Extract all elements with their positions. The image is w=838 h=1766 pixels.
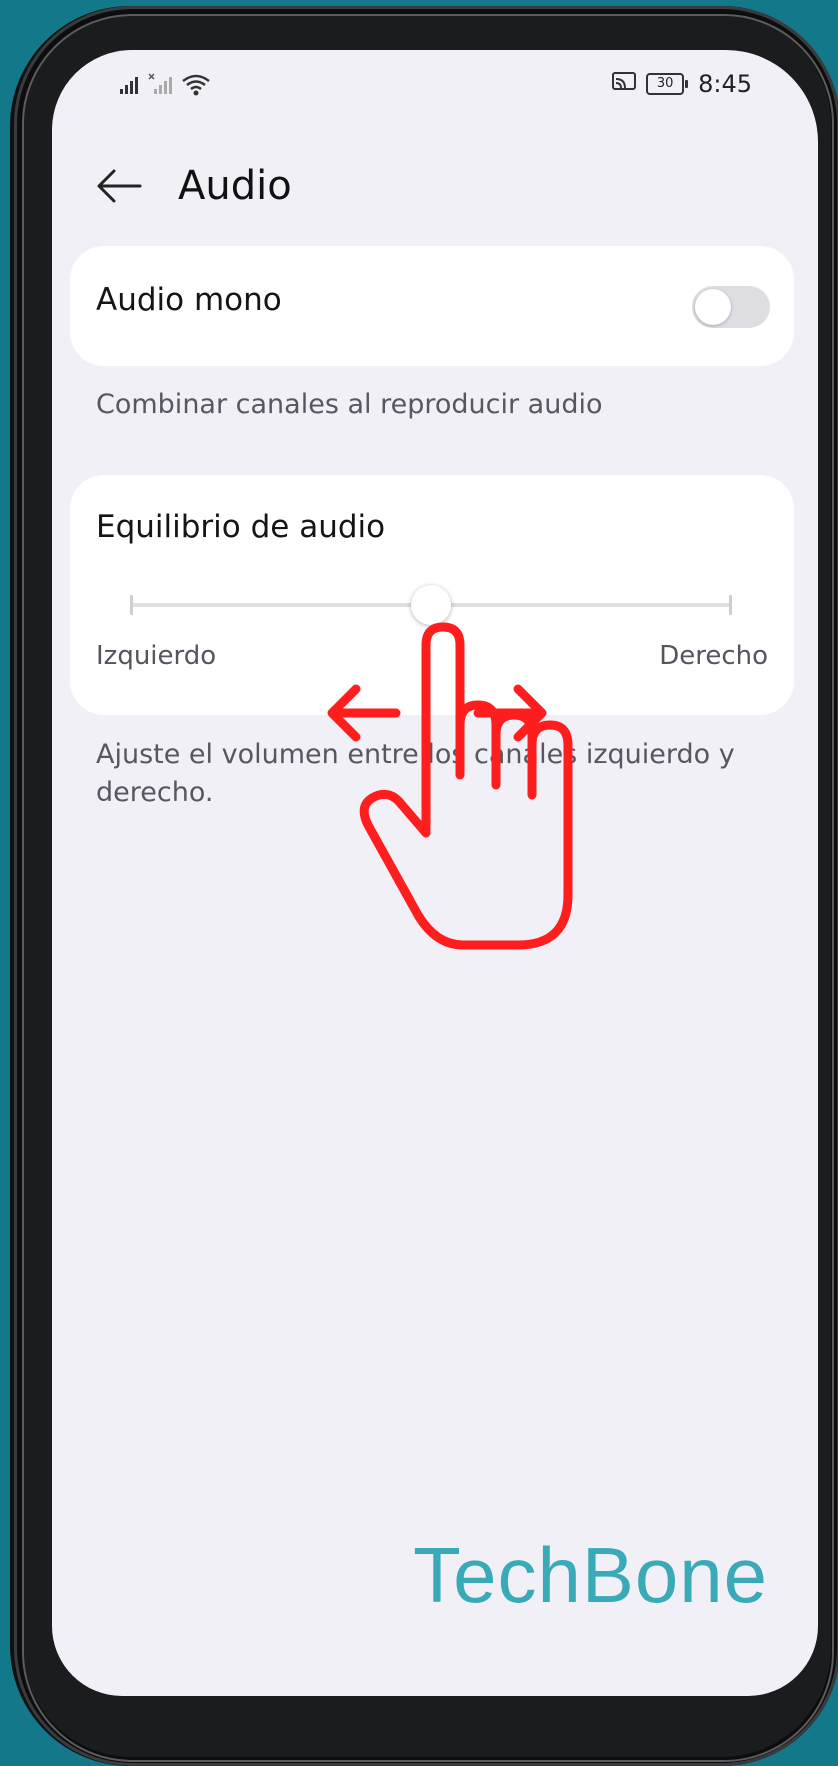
watermark-logo: TechBone: [413, 1531, 768, 1619]
audio-mono-description: Combinar canales al reproducir audio: [96, 389, 603, 420]
screen-cast-icon: [610, 70, 638, 98]
swipe-horizontal-hand-icon: [327, 622, 573, 950]
app-header: Audio: [96, 146, 292, 226]
audio-mono-toggle[interactable]: [692, 286, 770, 328]
audio-mono-label: Audio mono: [96, 282, 282, 318]
status-time: 8:45: [698, 70, 752, 98]
slider-right-end: [729, 595, 732, 615]
left-channel-label: Izquierdo: [96, 641, 217, 671]
status-bar: 30 8:45: [52, 70, 818, 106]
audio-balance-label: Equilibrio de audio: [96, 509, 386, 545]
phone-screen: 30 8:45 Audio Audio mono Combinar canale…: [52, 50, 818, 1696]
cell-signal-icon: [118, 72, 146, 100]
audio-mono-card[interactable]: Audio mono: [70, 246, 794, 366]
toggle-knob: [695, 289, 731, 325]
battery-icon: 30: [646, 73, 689, 95]
page-title: Audio: [178, 163, 292, 209]
wifi-icon: [180, 72, 212, 102]
slider-left-end: [130, 595, 133, 615]
status-right: 30 8:45: [610, 70, 752, 98]
back-arrow-icon[interactable]: [96, 161, 146, 211]
cell-signal-no-service-icon: [148, 72, 176, 100]
right-channel-label: Derecho: [659, 641, 768, 671]
